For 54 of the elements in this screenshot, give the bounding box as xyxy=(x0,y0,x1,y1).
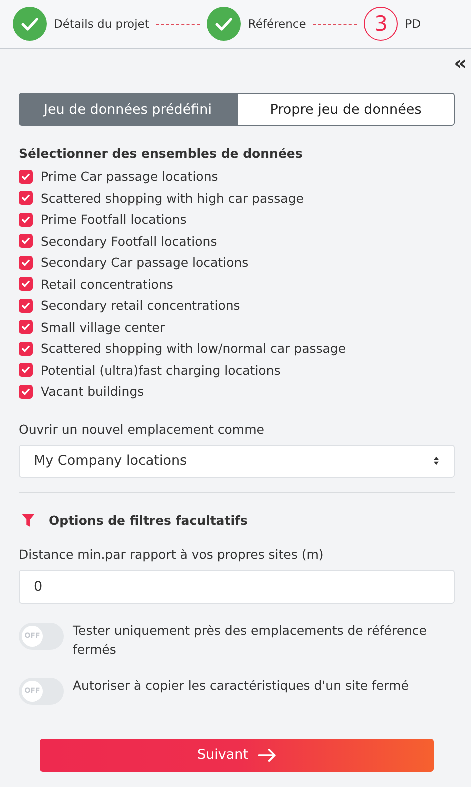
checkbox[interactable] xyxy=(19,212,33,227)
checkbox[interactable] xyxy=(19,256,33,270)
check-circle-icon xyxy=(13,7,47,41)
section-heading: Sélectionner des ensembles de données xyxy=(19,146,304,161)
checkbox[interactable] xyxy=(19,363,33,378)
checkbox-label: Scattered shopping with high car passage xyxy=(41,190,304,206)
checkbox-label: Secondary Footfall locations xyxy=(41,234,218,249)
collapse-button[interactable]: « xyxy=(452,49,469,77)
checkbox-label: Vacant buildings xyxy=(41,384,144,400)
checkbox[interactable] xyxy=(19,191,33,206)
step-label[interactable]: PD xyxy=(405,17,422,31)
check-icon xyxy=(21,258,31,268)
checkbox-label: Retail concentrations xyxy=(41,276,174,292)
next-button[interactable]: Suivant xyxy=(40,738,434,772)
field-label: Ouvrir un nouvel emplacement comme xyxy=(19,422,266,436)
checkbox[interactable] xyxy=(19,320,33,334)
arrow-right-icon xyxy=(258,748,276,762)
step-number: 3 xyxy=(364,7,398,41)
check-icon xyxy=(21,365,31,376)
tab[interactable]: Jeu de données prédéfini xyxy=(19,93,237,126)
check-icon xyxy=(21,193,31,204)
check-icon xyxy=(21,344,31,354)
checkbox[interactable] xyxy=(19,384,33,399)
checkbox-label: Small village center xyxy=(41,320,165,335)
checkbox-label: Prime Car passage locations xyxy=(41,169,218,184)
check-icon xyxy=(21,279,31,290)
checkbox-label: Scattered shopping with low/normal car passage xyxy=(41,341,346,356)
checkbox-label: Prime Footfall locations xyxy=(41,212,187,228)
tab[interactable]: Propre jeu de données xyxy=(237,93,455,126)
check-icon xyxy=(21,214,31,225)
location-type-select[interactable]: My Company locations xyxy=(19,444,455,478)
checkbox-label: Secondary Car passage locations xyxy=(41,255,249,270)
check-circle-icon xyxy=(207,7,242,41)
checkbox[interactable] xyxy=(19,342,33,356)
checkbox[interactable] xyxy=(19,234,33,248)
section-heading: Options de filtres facultatifs xyxy=(49,512,248,528)
sort-caret-icon xyxy=(433,456,440,466)
toggle-label: Autoriser à copier les caractéristiques d'un site fermé xyxy=(73,676,409,694)
check-icon xyxy=(21,236,31,246)
check-icon xyxy=(21,300,31,311)
distance-input-field[interactable]: 0 xyxy=(19,570,455,604)
field-label: Distance min.par rapport à vos propres sites (m) xyxy=(19,546,325,562)
checkbox[interactable] xyxy=(19,277,33,292)
checkbox-label: Potential (ultra)fast charging locations xyxy=(41,362,281,378)
toggle-label: Tester uniquement près des emplacements de référence fermés xyxy=(73,622,428,658)
step-label[interactable]: Référence xyxy=(248,17,306,31)
checkbox[interactable] xyxy=(19,170,33,184)
check-icon xyxy=(21,322,31,332)
checkbox-label: Secondary retail concentrations xyxy=(41,298,240,314)
step-label[interactable]: Détails du projet xyxy=(54,17,150,31)
check-icon xyxy=(21,386,31,397)
checkbox[interactable] xyxy=(19,298,33,313)
check-icon xyxy=(21,172,31,182)
filter-icon xyxy=(22,514,35,526)
